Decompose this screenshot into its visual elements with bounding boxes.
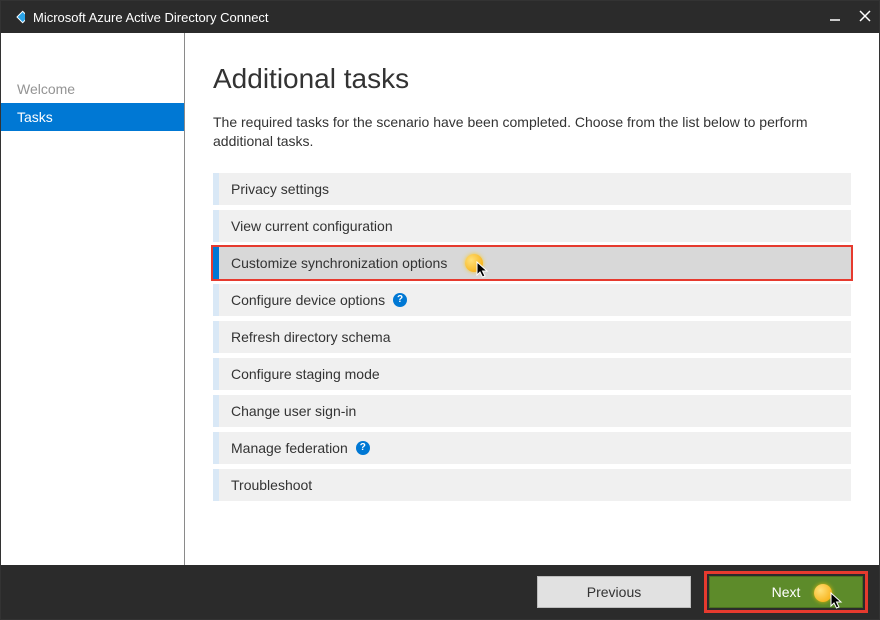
- task-label: Configure device options: [231, 292, 385, 308]
- info-icon[interactable]: ?: [356, 441, 370, 455]
- sidebar-item-welcome[interactable]: Welcome: [1, 75, 184, 103]
- task-configure-staging-mode[interactable]: Configure staging mode: [213, 358, 851, 390]
- task-label: Change user sign-in: [231, 403, 356, 419]
- sidebar-item-tasks[interactable]: Tasks: [1, 103, 184, 131]
- page-description: The required tasks for the scenario have…: [213, 113, 851, 151]
- previous-button[interactable]: Previous: [537, 576, 691, 608]
- task-label: Manage federation: [231, 440, 348, 456]
- cursor-icon: [830, 592, 844, 610]
- next-button[interactable]: Next: [709, 576, 863, 608]
- highlight-marker-icon: [814, 584, 832, 602]
- content: Additional tasks The required tasks for …: [185, 33, 879, 565]
- task-change-user-sign-in[interactable]: Change user sign-in: [213, 395, 851, 427]
- task-view-current-configuration[interactable]: View current configuration: [213, 210, 851, 242]
- close-button[interactable]: [859, 9, 871, 25]
- main: Welcome Tasks Additional tasks The requi…: [1, 33, 879, 565]
- footer: Previous Next: [1, 565, 879, 619]
- highlight-marker-icon: [465, 254, 483, 272]
- info-icon[interactable]: ?: [393, 293, 407, 307]
- window-title: Microsoft Azure Active Directory Connect: [33, 10, 829, 25]
- button-label: Previous: [587, 584, 641, 600]
- task-customize-synchronization-options[interactable]: Customize synchronization options: [213, 247, 851, 279]
- titlebar: Microsoft Azure Active Directory Connect: [1, 1, 879, 33]
- task-privacy-settings[interactable]: Privacy settings: [213, 173, 851, 205]
- task-label: Privacy settings: [231, 181, 329, 197]
- task-configure-device-options[interactable]: Configure device options ?: [213, 284, 851, 316]
- button-label: Next: [772, 584, 801, 600]
- page-title: Additional tasks: [213, 63, 851, 95]
- app-azure-icon: [9, 9, 25, 25]
- minimize-button[interactable]: [829, 9, 841, 25]
- sidebar: Welcome Tasks: [1, 33, 185, 565]
- task-label: Customize synchronization options: [231, 255, 447, 271]
- window-controls: [829, 9, 871, 25]
- task-list: Privacy settings View current configurat…: [213, 173, 851, 501]
- task-troubleshoot[interactable]: Troubleshoot: [213, 469, 851, 501]
- task-label: View current configuration: [231, 218, 393, 234]
- task-label: Troubleshoot: [231, 477, 312, 493]
- task-label: Configure staging mode: [231, 366, 380, 382]
- task-refresh-directory-schema[interactable]: Refresh directory schema: [213, 321, 851, 353]
- task-label: Refresh directory schema: [231, 329, 391, 345]
- task-manage-federation[interactable]: Manage federation ?: [213, 432, 851, 464]
